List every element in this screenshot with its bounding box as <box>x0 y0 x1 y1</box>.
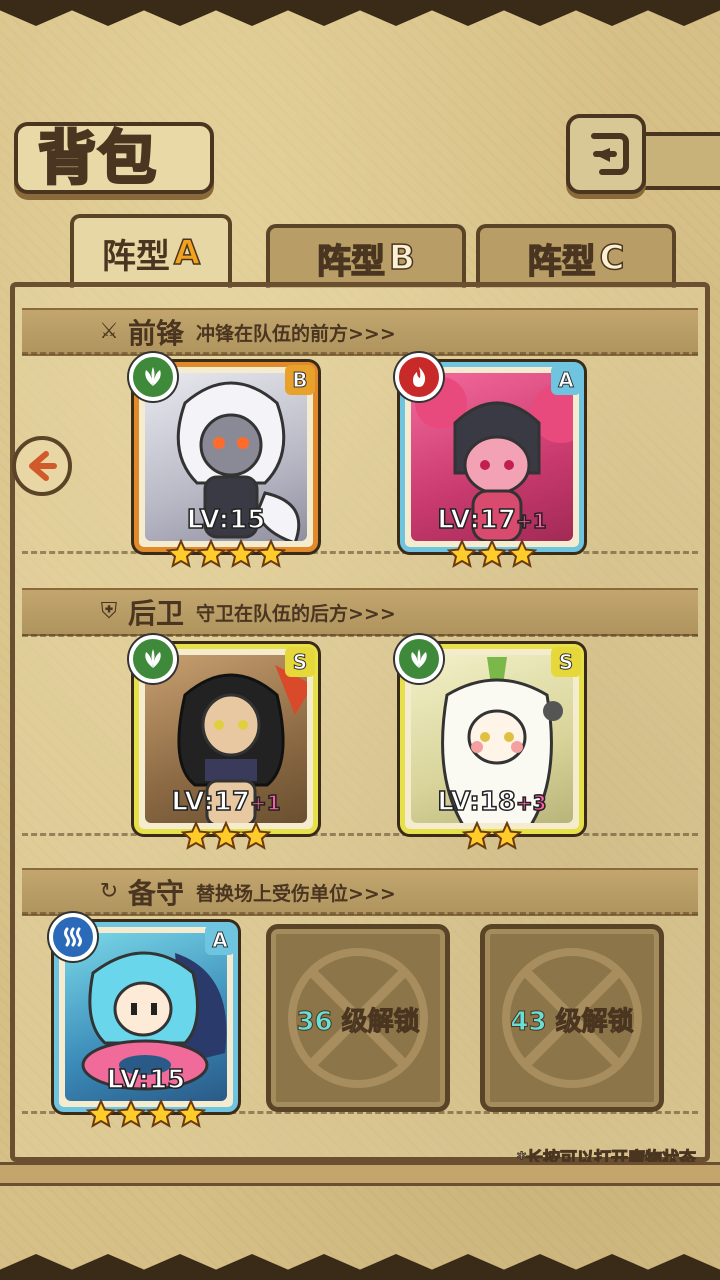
arrow-left-icon <box>29 451 57 481</box>
section-front: ⚔ 前锋 冲锋在队伍的前方>>> <box>22 308 698 356</box>
tab-formation-c[interactable]: 阵型 C <box>476 224 676 288</box>
section-reserve: ↻ 备守 替换场上受伤单位>>> <box>22 868 698 916</box>
locked-slot[interactable]: 43 级解锁 <box>480 924 664 1112</box>
section-title: 备守 <box>128 877 185 910</box>
star-rating <box>405 539 579 569</box>
level-label: LV:15 <box>186 504 266 536</box>
title-plate: 背包 <box>14 122 214 194</box>
leaf-element-icon <box>395 635 443 683</box>
tab-label: 阵型 <box>527 241 597 283</box>
star-icon <box>226 539 256 568</box>
sword-icon: ⚔ <box>99 319 119 344</box>
tab-label: 阵型 <box>101 236 170 277</box>
level-label: LV:18+3 <box>437 786 548 818</box>
leaf-element-icon <box>129 353 177 401</box>
section-desc: 替换场上受伤单位>>> <box>196 882 396 905</box>
water-element-icon <box>49 913 97 961</box>
monster-card[interactable]: A LV:15 <box>49 913 238 1128</box>
star-icon <box>116 1099 146 1128</box>
shield-icon: ⛨ <box>100 599 118 624</box>
tab-formation-b[interactable]: 阵型 B <box>266 224 466 288</box>
back-button[interactable] <box>566 114 646 194</box>
rank-badge: B <box>285 365 315 395</box>
level-label: LV:17+1 <box>437 504 548 536</box>
rank-badge: S <box>285 647 315 677</box>
return-arrow-icon <box>591 133 629 175</box>
formation-tabs: 阵型 A 阵型 B 阵型 C <box>14 214 706 288</box>
star-icon <box>492 821 522 850</box>
level-label: LV:15 <box>106 1064 186 1096</box>
slot-row-front <box>22 352 698 554</box>
monster-card[interactable]: S LV:17+1 <box>129 635 318 850</box>
fire-element-icon <box>395 353 443 401</box>
star-rating <box>139 539 313 569</box>
monster-card[interactable]: B LV:15 <box>129 353 318 568</box>
star-icon <box>86 1099 116 1128</box>
bottom-rail <box>0 1162 720 1186</box>
section-desc: 守卫在队伍的后方>>> <box>196 602 396 625</box>
unlock-level-label: 43 级解锁 <box>510 1007 634 1038</box>
leaf-element-icon <box>129 635 177 683</box>
rank-badge: A <box>205 925 235 955</box>
tab-letter: A <box>173 232 201 274</box>
rank-badge: S <box>551 647 581 677</box>
slot-row-back <box>22 634 698 836</box>
side-scroll-button[interactable] <box>12 436 72 496</box>
section-title: 后卫 <box>128 597 185 630</box>
star-icon <box>241 821 271 850</box>
monster-card[interactable]: S LV:18+3 <box>395 635 584 850</box>
unlock-level-label: 36 级解锁 <box>296 1007 420 1038</box>
star-icon <box>176 1099 206 1128</box>
section-back: ⛨ 后卫 守卫在队伍的后方>>> <box>22 588 698 636</box>
star-icon <box>447 539 477 568</box>
section-desc: 冲锋在队伍的前方>>> <box>196 322 396 345</box>
star-icon <box>256 539 286 568</box>
monster-card[interactable]: A LV:17+1 <box>395 353 584 568</box>
star-icon <box>181 821 211 850</box>
star-icon <box>462 821 492 850</box>
tab-formation-a[interactable]: 阵型 A <box>70 214 232 288</box>
star-icon <box>211 821 241 850</box>
star-icon <box>166 539 196 568</box>
section-title: 前锋 <box>128 317 185 350</box>
star-icon <box>477 539 507 568</box>
star-icon <box>507 539 537 568</box>
page-title: 背包 <box>36 124 159 192</box>
tab-letter: C <box>599 237 625 279</box>
locked-slot[interactable]: 36 级解锁 <box>266 924 450 1112</box>
star-rating <box>139 821 313 851</box>
star-icon <box>146 1099 176 1128</box>
level-label: LV:17+1 <box>171 786 282 818</box>
star-rating <box>405 821 579 851</box>
star-rating <box>59 1099 233 1129</box>
star-icon <box>196 539 226 568</box>
tab-letter: B <box>388 237 415 279</box>
rank-badge: A <box>551 365 581 395</box>
tab-label: 阵型 <box>316 241 386 283</box>
swap-icon: ↻ <box>99 879 119 904</box>
